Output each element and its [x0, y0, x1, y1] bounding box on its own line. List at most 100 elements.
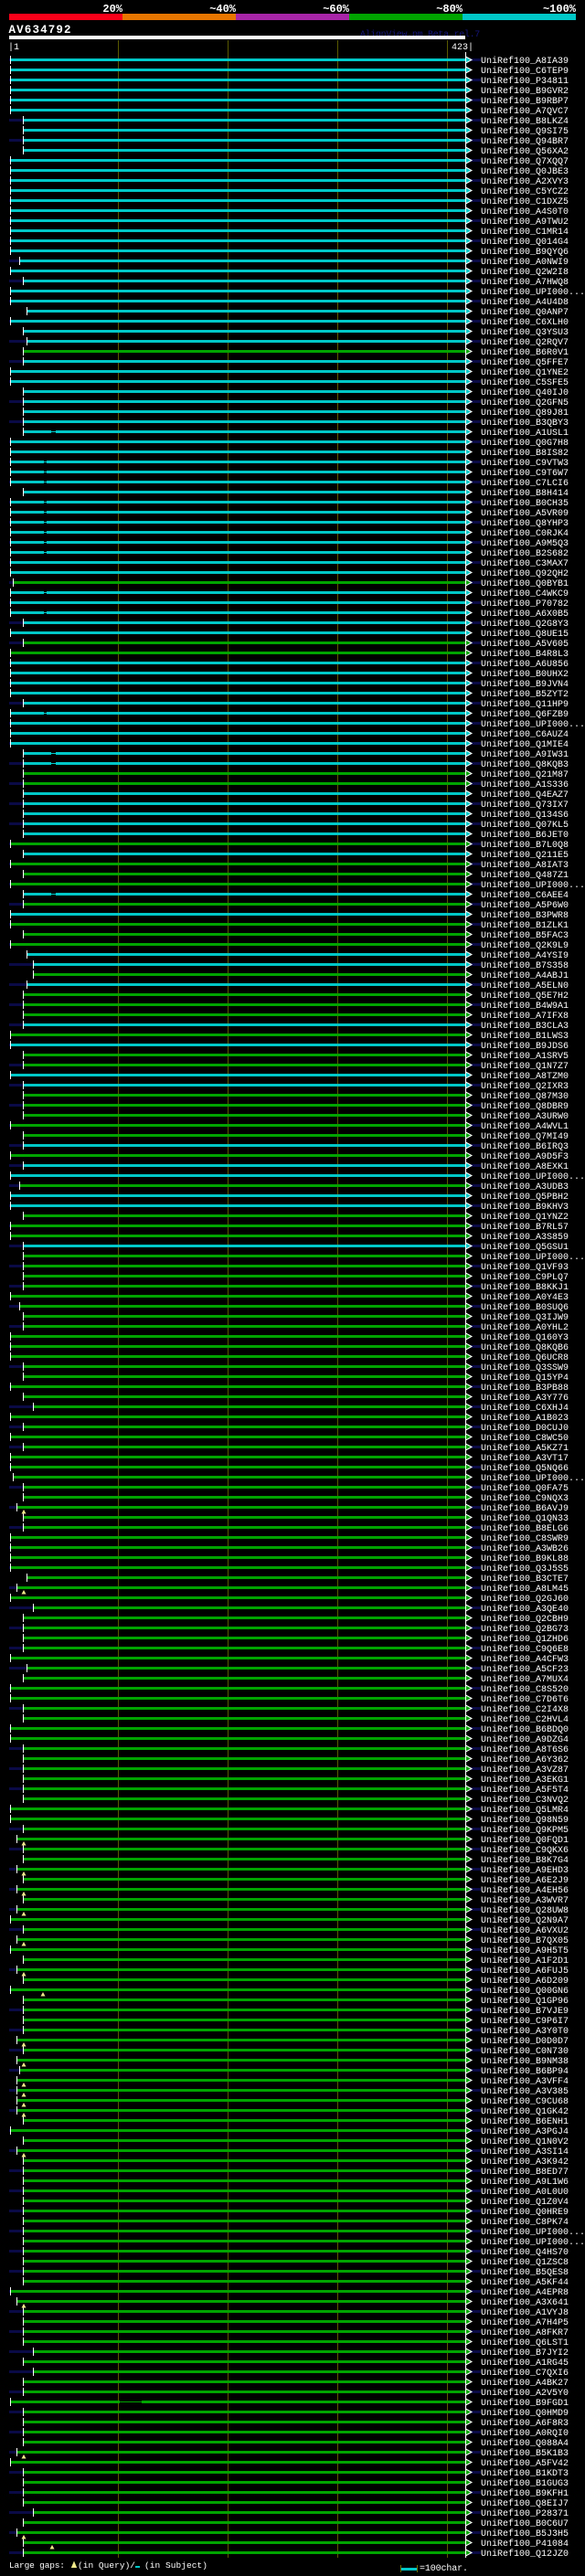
svg-text:UniRef100_A9D5F3: UniRef100_A9D5F3 [481, 1151, 569, 1162]
svg-text:UniRef100_A0NWI9: UniRef100_A0NWI9 [481, 257, 569, 268]
svg-text:UniRef100_B8IS82: UniRef100_B8IS82 [481, 448, 569, 459]
svg-text:UniRef100_Q3SSW9: UniRef100_Q3SSW9 [481, 1362, 569, 1373]
svg-text:UniRef100_B7L0Q8: UniRef100_B7L0Q8 [481, 840, 569, 851]
svg-text:UniRef100_A3S859: UniRef100_A3S859 [481, 1232, 569, 1243]
svg-text:UniRef100_B6JET0: UniRef100_B6JET0 [481, 830, 569, 841]
svg-text:UniRef100_A0RQI0: UniRef100_A0RQI0 [481, 2428, 569, 2439]
svg-text:UniRef100_A9H5T5: UniRef100_A9H5T5 [481, 1945, 569, 1956]
svg-text:UniRef100_B5K1B3: UniRef100_B5K1B3 [481, 2448, 569, 2459]
svg-text:~40%: ~40% [209, 3, 237, 16]
svg-text:UniRef100_A9DZG4: UniRef100_A9DZG4 [481, 1734, 569, 1745]
svg-text:UniRef100_A3EKG1: UniRef100_A3EKG1 [481, 1775, 569, 1786]
svg-text:UniRef100_Q40IJ0: UniRef100_Q40IJ0 [481, 387, 569, 398]
svg-text:423|: 423| [452, 42, 473, 53]
svg-text:UniRef100_A1RG45: UniRef100_A1RG45 [481, 2358, 569, 2369]
svg-text:UniRef100_Q6FZB9: UniRef100_Q6FZB9 [481, 709, 569, 720]
svg-text:UniRef100_B4W9A1: UniRef100_B4W9A1 [481, 1001, 569, 1012]
svg-text:UniRef100_D0CUJ0: UniRef100_D0CUJ0 [481, 1423, 569, 1434]
svg-text:UniRef100_B1KDT3: UniRef100_B1KDT3 [481, 2468, 569, 2479]
svg-text:UniRef100_Q1Z0V4: UniRef100_Q1Z0V4 [481, 2197, 569, 2208]
svg-text:UniRef100_B1GUG3: UniRef100_B1GUG3 [481, 2478, 569, 2489]
svg-text:UniRef100_C8S520: UniRef100_C8S520 [481, 1684, 569, 1695]
svg-text:UniRef100_Q0HMD9: UniRef100_Q0HMD9 [481, 2408, 569, 2419]
svg-text:UniRef100_B5QES8: UniRef100_B5QES8 [481, 2267, 569, 2278]
svg-text:UniRef100_Q134S6: UniRef100_Q134S6 [481, 810, 569, 821]
svg-text:UniRef100_A1SRV5: UniRef100_A1SRV5 [481, 1051, 569, 1062]
svg-text:UniRef100_C4WKC9: UniRef100_C4WKC9 [481, 588, 569, 599]
svg-text:UniRef100_C8WC50: UniRef100_C8WC50 [481, 1433, 569, 1444]
svg-text:UniRef100_A0Y4E3: UniRef100_A0Y4E3 [481, 1292, 569, 1303]
svg-text:UniRef100_Q5LMR4: UniRef100_Q5LMR4 [481, 1805, 569, 1816]
svg-text:UniRef100_A8EXK1: UniRef100_A8EXK1 [481, 1161, 569, 1172]
svg-text:UniRef100_B3PB88: UniRef100_B3PB88 [481, 1383, 569, 1394]
svg-text:UniRef100_Q1GK42: UniRef100_Q1GK42 [481, 2106, 569, 2117]
svg-text:UniRef100_Q87M30: UniRef100_Q87M30 [481, 1091, 569, 1102]
svg-text:UniRef100_UPI000...: UniRef100_UPI000... [481, 880, 585, 891]
svg-text:UniRef100_Q5NQ66: UniRef100_Q5NQ66 [481, 1463, 569, 1474]
svg-text:UniRef100_Q2G8Y3: UniRef100_Q2G8Y3 [481, 619, 569, 630]
svg-text:~80%: ~80% [436, 3, 463, 16]
svg-text:UniRef100_P34811: UniRef100_P34811 [481, 76, 569, 87]
svg-text:UniRef100_A5KZ71: UniRef100_A5KZ71 [481, 1443, 569, 1454]
svg-text:UniRef100_A3WB26: UniRef100_A3WB26 [481, 1543, 569, 1554]
svg-text:UniRef100_B6R0V1: UniRef100_B6R0V1 [481, 347, 569, 358]
svg-text:UniRef100_A4EH56: UniRef100_A4EH56 [481, 1885, 569, 1896]
svg-text:UniRef100_Q5PBH2: UniRef100_Q5PBH2 [481, 1192, 569, 1203]
svg-text:UniRef100_Q9KPM5: UniRef100_Q9KPM5 [481, 1825, 569, 1836]
svg-text:UniRef100_Q1ZSC8: UniRef100_Q1ZSC8 [481, 2257, 569, 2268]
svg-text:UniRef100_Q2GJ60: UniRef100_Q2GJ60 [481, 1594, 569, 1605]
svg-text:UniRef100_A5FV42: UniRef100_A5FV42 [481, 2458, 569, 2469]
svg-text:UniRef100_Q211E5: UniRef100_Q211E5 [481, 850, 569, 861]
svg-text:UniRef100_Q12JZ0: UniRef100_Q12JZ0 [481, 2549, 569, 2560]
svg-text:UniRef100_B5FAC3: UniRef100_B5FAC3 [481, 930, 569, 941]
svg-text:UniRef100_B1LWS3: UniRef100_B1LWS3 [481, 1031, 569, 1042]
svg-text:UniRef100_Q1N0V2: UniRef100_Q1N0V2 [481, 2136, 569, 2147]
svg-text:UniRef100_Q56XA2: UniRef100_Q56XA2 [481, 146, 569, 157]
svg-text:UniRef100_Q28UW8: UniRef100_Q28UW8 [481, 1905, 569, 1916]
svg-text:UniRef100_B9KHV3: UniRef100_B9KHV3 [481, 1202, 569, 1213]
svg-text:UniRef100_A3X641: UniRef100_A3X641 [481, 2297, 569, 2308]
svg-text:UniRef100_C9CU68: UniRef100_C9CU68 [481, 2096, 569, 2107]
svg-text:|1: |1 [8, 42, 19, 53]
svg-text:UniRef100_A9M5Q3: UniRef100_A9M5Q3 [481, 538, 569, 549]
svg-text:UniRef100_A1B023: UniRef100_A1B023 [481, 1413, 569, 1424]
svg-text:UniRef100_A6U856: UniRef100_A6U856 [481, 659, 569, 670]
svg-text:UniRef100_A1S336: UniRef100_A1S336 [481, 779, 569, 790]
svg-text:UniRef100_A5F5T4: UniRef100_A5F5T4 [481, 1785, 569, 1796]
svg-text:UniRef100_Q160Y3: UniRef100_Q160Y3 [481, 1332, 569, 1343]
svg-text:UniRef100_Q6UCR8: UniRef100_Q6UCR8 [481, 1352, 569, 1363]
svg-text:UniRef100_Q014G4: UniRef100_Q014G4 [481, 237, 569, 248]
svg-text:UniRef100_C2HVL4: UniRef100_C2HVL4 [481, 1714, 569, 1725]
svg-text:UniRef100_B2S682: UniRef100_B2S682 [481, 548, 569, 559]
svg-text:UniRef100_Q1YNE2: UniRef100_Q1YNE2 [481, 367, 569, 378]
svg-text:UniRef100_C9PLQ7: UniRef100_C9PLQ7 [481, 1272, 569, 1283]
svg-text:UniRef100_C7LCI6: UniRef100_C7LCI6 [481, 478, 569, 489]
svg-text:UniRef100_P41084: UniRef100_P41084 [481, 2539, 569, 2549]
svg-text:UniRef100_Q2W2I8: UniRef100_Q2W2I8 [481, 267, 569, 278]
svg-text:UniRef100_A3PGJ4: UniRef100_A3PGJ4 [481, 2126, 569, 2137]
svg-text:UniRef100_Q9SI75: UniRef100_Q9SI75 [481, 126, 569, 137]
svg-text:UniRef100_B0C6U7: UniRef100_B0C6U7 [481, 2518, 569, 2529]
svg-text:UniRef100_D0D0D7: UniRef100_D0D0D7 [481, 2036, 569, 2047]
svg-text:UniRef100_B7RL57: UniRef100_B7RL57 [481, 1222, 569, 1233]
svg-text:UniRef100_A1USL1: UniRef100_A1USL1 [481, 428, 569, 439]
svg-text:UniRef100_B6BDQ0: UniRef100_B6BDQ0 [481, 1724, 569, 1735]
svg-text:UniRef100_A3VT17: UniRef100_A3VT17 [481, 1453, 569, 1464]
svg-text:UniRef100_A3VFF4: UniRef100_A3VFF4 [481, 2076, 569, 2087]
svg-text:UniRef100_Q1YNZ2: UniRef100_Q1YNZ2 [481, 1212, 569, 1223]
svg-text:UniRef100_P28371: UniRef100_P28371 [481, 2508, 569, 2519]
svg-text:UniRef100_C9T6W7: UniRef100_C9T6W7 [481, 468, 569, 479]
svg-text:UniRef100_A6Y362: UniRef100_A6Y362 [481, 1754, 569, 1765]
svg-text:UniRef100_Q2N9A7: UniRef100_Q2N9A7 [481, 1915, 569, 1926]
svg-text:UniRef100_B4R8L3: UniRef100_B4R8L3 [481, 649, 569, 660]
svg-text:UniRef100_A3K942: UniRef100_A3K942 [481, 2157, 569, 2168]
svg-text:UniRef100_A6VXU2: UniRef100_A6VXU2 [481, 1925, 569, 1936]
svg-text:UniRef100_A2V5Y0: UniRef100_A2V5Y0 [481, 2388, 569, 2399]
svg-text:UniRef100_Q8KQB3: UniRef100_Q8KQB3 [481, 759, 569, 770]
svg-text:UniRef100_C5SFE5: UniRef100_C5SFE5 [481, 377, 569, 388]
svg-text:UniRef100_C0RJK4: UniRef100_C0RJK4 [481, 528, 569, 539]
svg-text:UniRef100_Q0FA75: UniRef100_Q0FA75 [481, 1483, 569, 1494]
svg-text:UniRef100_B0CH35: UniRef100_B0CH35 [481, 498, 569, 509]
svg-text:UniRef100_B9KL88: UniRef100_B9KL88 [481, 1553, 569, 1564]
svg-text:UniRef100_Q0HRE9: UniRef100_Q0HRE9 [481, 2207, 569, 2218]
